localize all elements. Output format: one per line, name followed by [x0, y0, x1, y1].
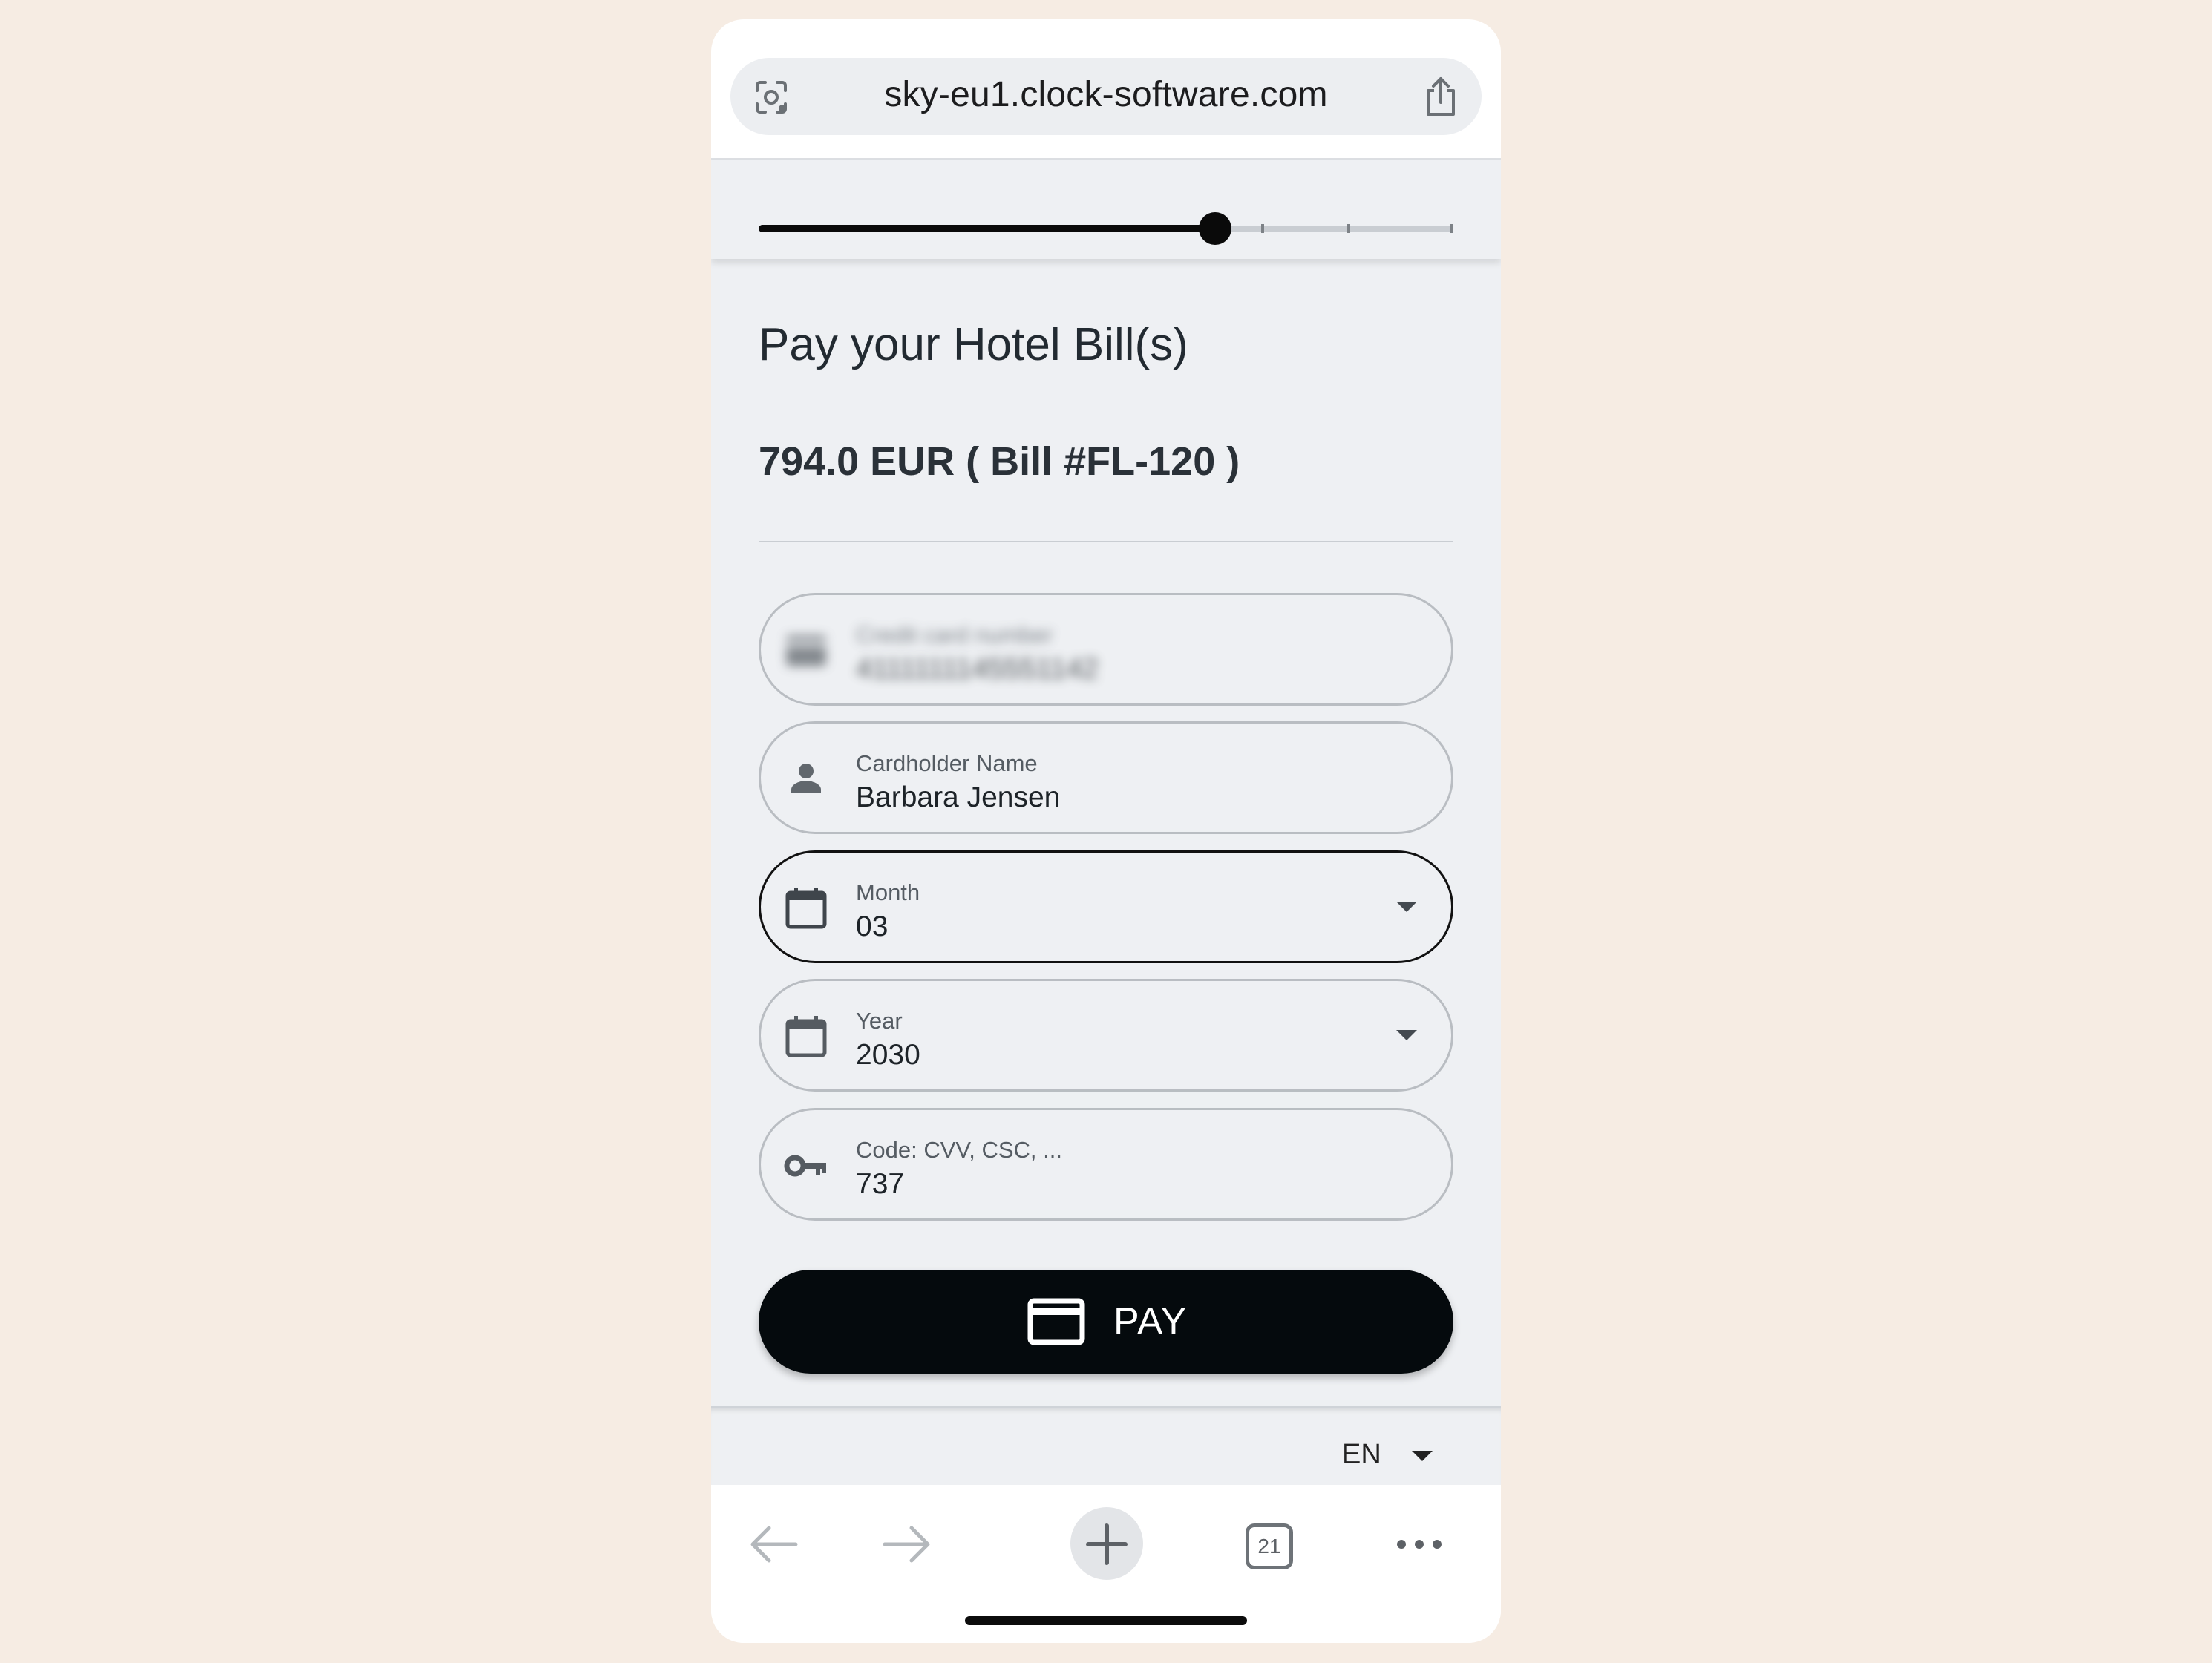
tabs-button[interactable]: 21: [1246, 1523, 1293, 1569]
chevron-down-icon[interactable]: [1396, 902, 1417, 912]
cardholder-name-value[interactable]: Barbara Jensen: [856, 781, 1060, 814]
progress-step-tick: [1450, 224, 1453, 233]
cardholder-name-field[interactable]: Cardholder Name Barbara Jensen: [759, 721, 1453, 834]
security-code-value[interactable]: 737: [856, 1168, 904, 1201]
credit-card-icon: [1027, 1298, 1085, 1345]
home-indicator: [965, 1616, 1247, 1625]
payment-page: Pay your Hotel Bill(s) 794.0 EUR ( Bill …: [711, 158, 1501, 1485]
page-title: Pay your Hotel Bill(s): [759, 319, 1188, 370]
progress-step-tick: [1261, 224, 1264, 233]
year-select[interactable]: Year 2030: [759, 979, 1453, 1092]
forward-arrow-icon[interactable]: [870, 1507, 944, 1581]
bill-amount: 794.0 EUR ( Bill #FL-120 ): [759, 439, 1240, 484]
progress-stepper: [711, 160, 1501, 259]
credit-card-icon: [786, 635, 826, 666]
calendar-icon: [785, 888, 827, 929]
security-code-label: Code: CVV, CSC, ...: [856, 1137, 1062, 1163]
language-selector[interactable]: EN: [1342, 1439, 1381, 1471]
plus-icon[interactable]: [1070, 1507, 1144, 1581]
pay-button-label: PAY: [1113, 1300, 1188, 1343]
month-select[interactable]: Month 03: [759, 850, 1453, 963]
month-label: Month: [856, 879, 920, 905]
address-bar[interactable]: sky-eu1.clock-software.com: [730, 58, 1482, 135]
more-icon[interactable]: [1387, 1507, 1461, 1581]
year-value[interactable]: 2030: [856, 1039, 920, 1072]
card-number-field[interactable]: Credit card number 4111111145551142: [759, 593, 1453, 706]
year-label: Year: [856, 1008, 903, 1034]
back-arrow-icon[interactable]: [736, 1507, 811, 1581]
cardholder-name-label: Cardholder Name: [856, 750, 1038, 776]
share-icon[interactable]: [1422, 76, 1459, 117]
security-code-field[interactable]: Code: CVV, CSC, ... 737: [759, 1108, 1453, 1221]
pay-button[interactable]: PAY: [759, 1270, 1453, 1374]
card-number-value[interactable]: 4111111145551142: [856, 653, 1099, 686]
chevron-down-icon[interactable]: [1396, 1030, 1417, 1040]
card-number-label: Credit card number: [856, 622, 1053, 648]
divider: [759, 541, 1453, 542]
month-value[interactable]: 03: [856, 911, 888, 943]
progress-step-tick: [1347, 224, 1350, 233]
phone-frame: sky-eu1.clock-software.com Pay your Hote…: [711, 19, 1501, 1643]
calendar-icon: [785, 1016, 827, 1057]
person-icon: [791, 764, 821, 793]
key-icon: [784, 1155, 826, 1177]
url-text[interactable]: sky-eu1.clock-software.com: [730, 74, 1482, 115]
page-footer: EN: [711, 1406, 1501, 1485]
progress-thumb: [1198, 212, 1231, 245]
progress-fill: [759, 225, 1215, 232]
chevron-down-icon[interactable]: [1412, 1451, 1433, 1461]
